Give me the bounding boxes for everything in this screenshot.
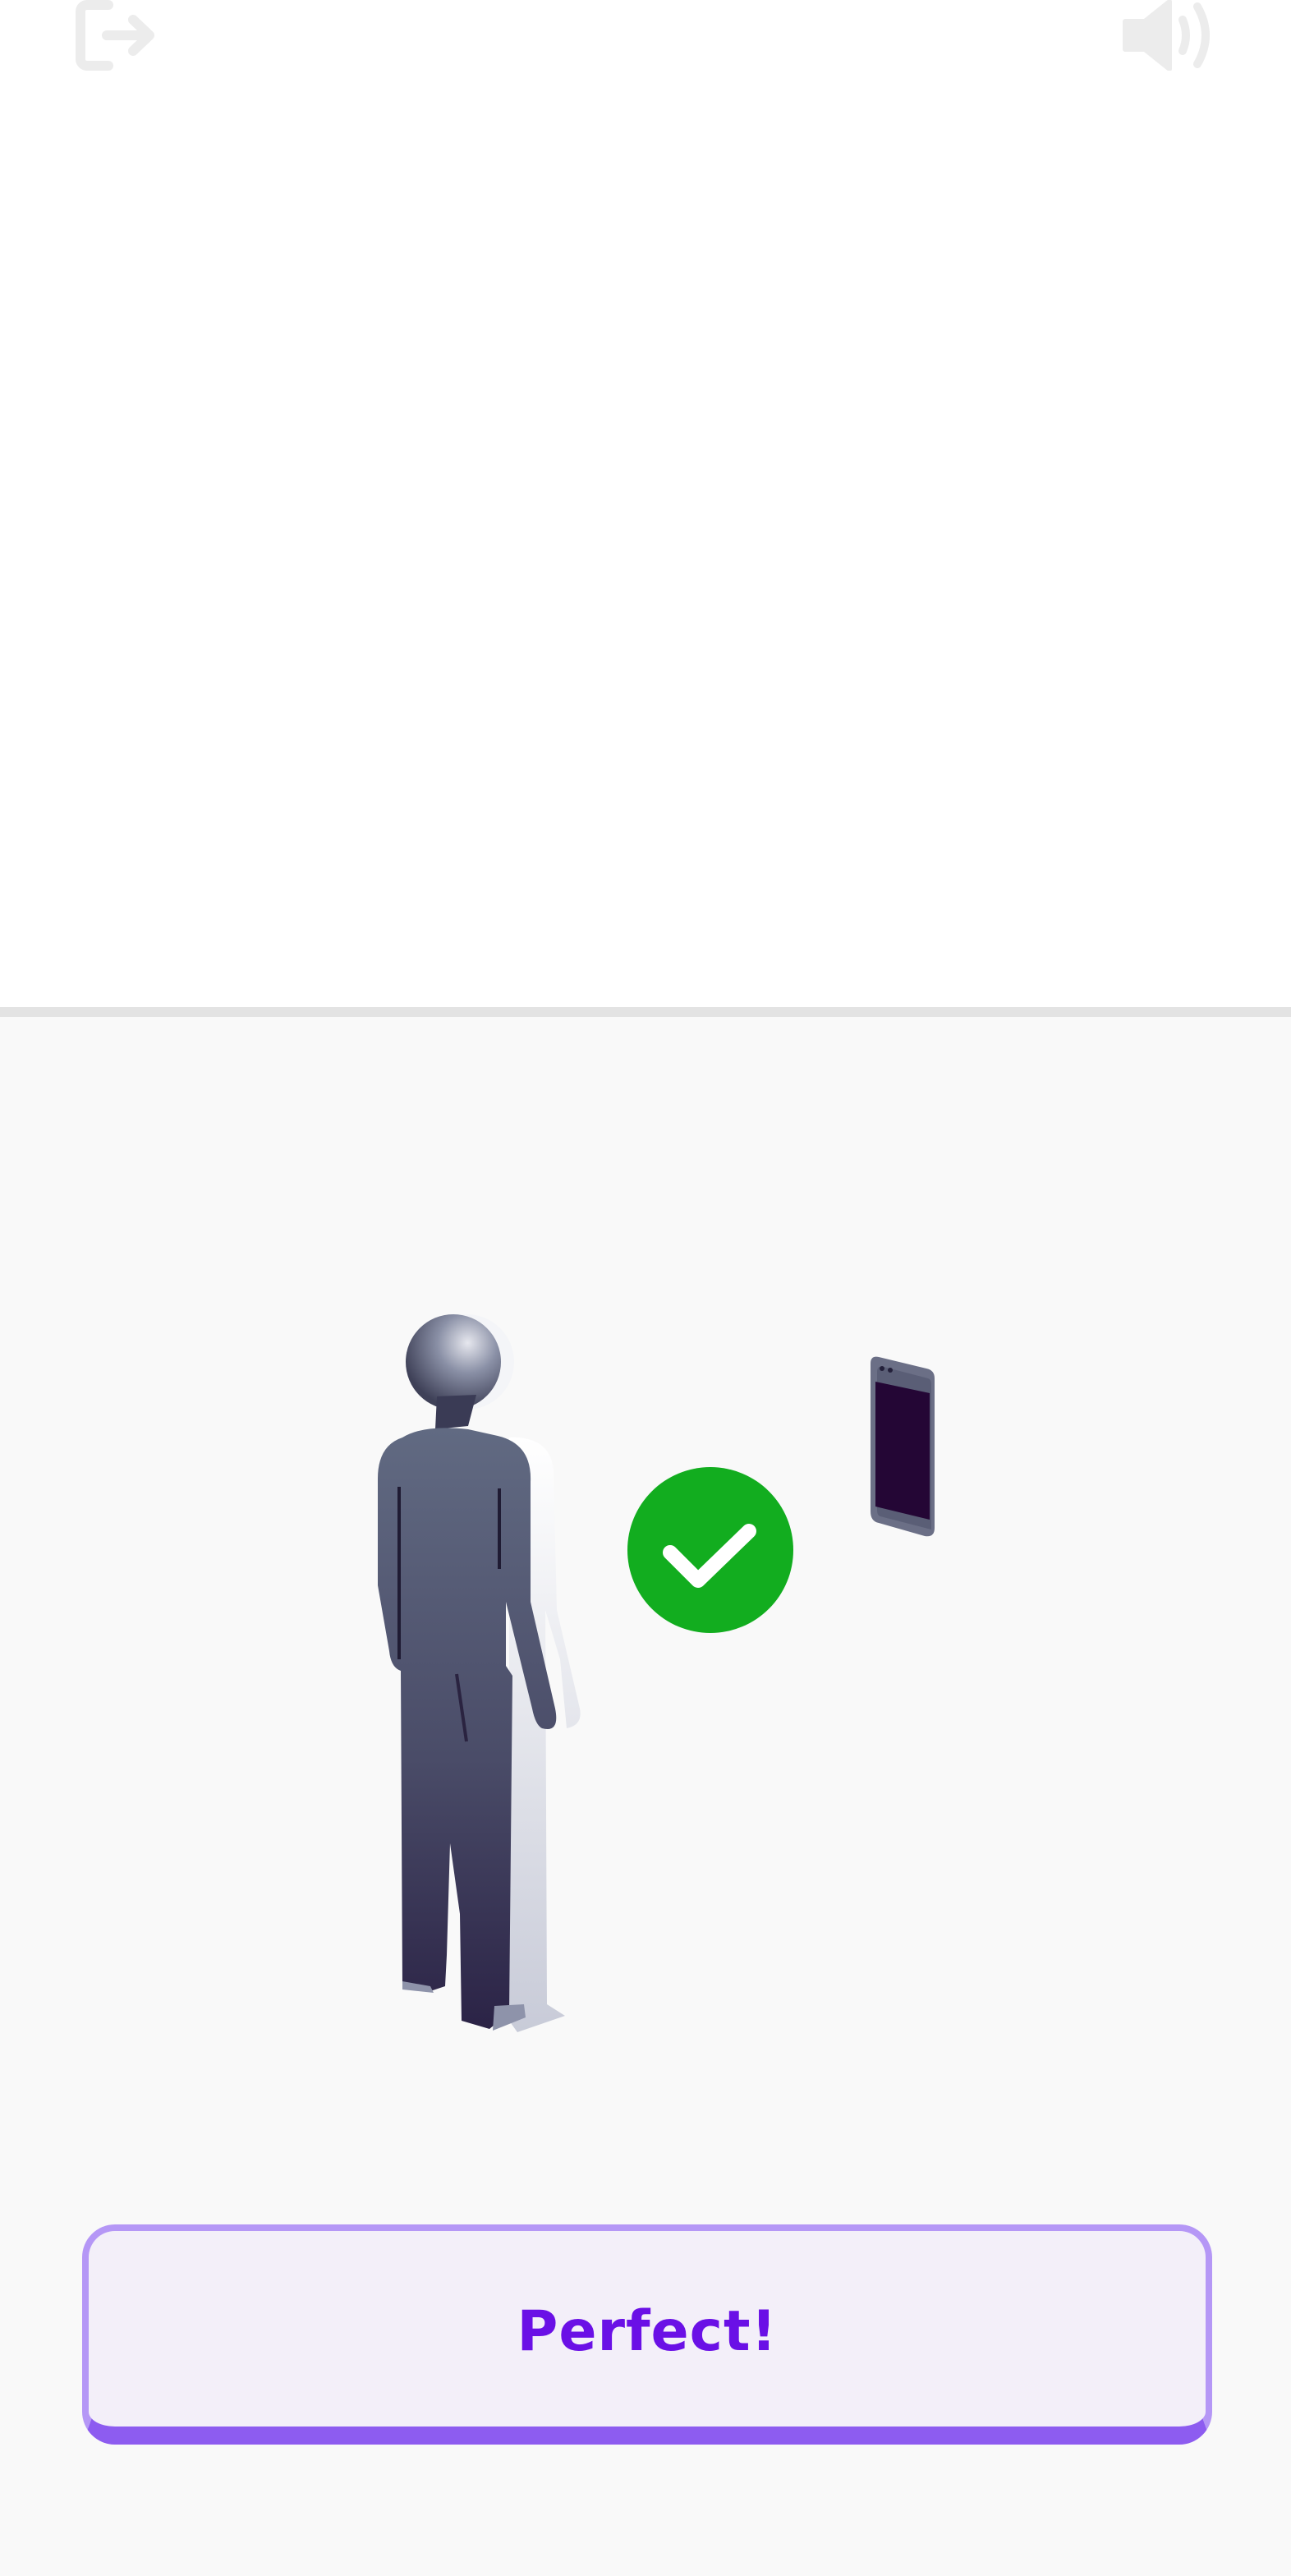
perfect-button[interactable]: Perfect!: [82, 2224, 1212, 2445]
person-figure-icon: [378, 1314, 935, 2032]
perfect-button-label: Perfect!: [517, 2298, 778, 2364]
divider: [0, 1007, 1291, 1017]
screen: Perfect!: [0, 0, 1291, 2576]
phone-icon: [871, 1356, 935, 1537]
exit-icon: [76, 0, 154, 71]
sound-button[interactable]: [1122, 0, 1217, 71]
checkmark-icon: [627, 1467, 793, 1633]
speaker-icon: [1123, 0, 1210, 71]
camera-area: [0, 0, 1291, 1007]
exit-button[interactable]: [76, 0, 161, 71]
